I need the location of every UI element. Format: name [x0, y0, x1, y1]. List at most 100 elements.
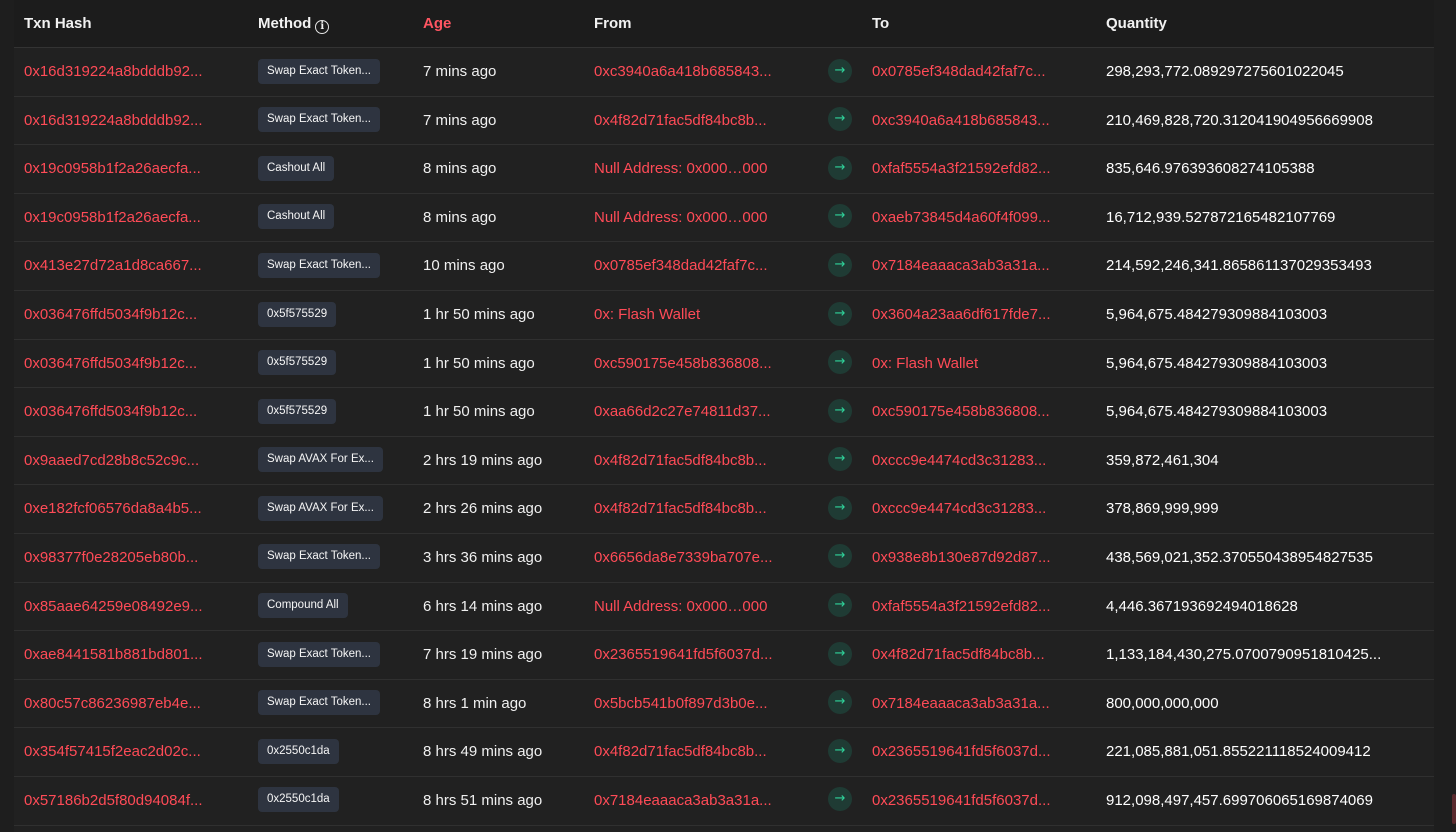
- method-badge[interactable]: Cashout All: [258, 204, 335, 230]
- from-address-link[interactable]: Null Address: 0x000…000: [594, 194, 780, 242]
- from-address-link[interactable]: Null Address: 0x000…000: [594, 583, 780, 631]
- txn-hash-link[interactable]: 0x9aaed7cd28b8c52c9c...: [24, 437, 210, 485]
- txn-hash-link[interactable]: 0x354f57415f2eac2d02c...: [24, 728, 210, 776]
- table-body: 0x16d319224a8bdddb92... Swap Exact Token.…: [14, 48, 1434, 826]
- to-address-link[interactable]: 0xfaf5554a3f21592efd82...: [872, 583, 1058, 631]
- method-cell: Cashout All: [258, 194, 408, 242]
- txn-hash-link[interactable]: 0x57186b2d5f80d94084f...: [24, 777, 210, 825]
- to-address-link[interactable]: 0x7184eaaaca3ab3a31a...: [872, 242, 1058, 290]
- to-address-link[interactable]: 0xccc9e4474cd3c31283...: [872, 485, 1058, 533]
- from-address-link[interactable]: 0xc3940a6a418b685843...: [594, 48, 780, 96]
- age-text: 1 hr 50 mins ago: [423, 403, 535, 421]
- txn-hash-link[interactable]: 0xae8441581b881bd801...: [24, 631, 210, 679]
- from-address-link[interactable]: 0x4f82d71fac5df84bc8b...: [594, 728, 780, 776]
- from-address-link[interactable]: Null Address: 0x000…000: [594, 145, 780, 193]
- txn-hash-link[interactable]: 0x80c57c86236987eb4e...: [24, 680, 210, 728]
- quantity-text: 835,646.976393608274105388: [1106, 160, 1315, 178]
- scrollbar-thumb[interactable]: [1452, 794, 1456, 824]
- method-cell: 0x2550c1da: [258, 777, 408, 825]
- to-address-link[interactable]: 0xccc9e4474cd3c31283...: [872, 437, 1058, 485]
- method-cell: Swap AVAX For Ex...: [258, 437, 408, 485]
- txn-hash-link[interactable]: 0x19c0958b1f2a26aecfa...: [24, 194, 210, 242]
- txn-hash-link[interactable]: 0x036476ffd5034f9b12c...: [24, 388, 210, 436]
- txn-hash-link[interactable]: 0x16d319224a8bdddb92...: [24, 48, 210, 96]
- txn-hash-link[interactable]: 0x413e27d72a1d8ca667...: [24, 242, 210, 290]
- from-address-link[interactable]: 0x6656da8e7339ba707e...: [594, 534, 780, 582]
- from-address-link[interactable]: 0x4f82d71fac5df84bc8b...: [594, 97, 780, 145]
- to-address-link[interactable]: 0x3604a23aa6df617fde7...: [872, 291, 1058, 339]
- from-address-link[interactable]: 0x2365519641fd5f6037d...: [594, 631, 780, 679]
- age-text: 8 mins ago: [423, 208, 497, 226]
- info-icon[interactable]: i: [315, 20, 330, 34]
- method-badge[interactable]: Swap Exact Token...: [258, 544, 380, 570]
- to-address-link[interactable]: 0xc3940a6a418b685843...: [872, 97, 1058, 145]
- quantity-text: 5,964,675.484279309884103003: [1106, 403, 1328, 421]
- to-address-link[interactable]: 0xaeb73845d4a60f4f099...: [872, 194, 1058, 242]
- method-badge[interactable]: Cashout All: [258, 155, 335, 181]
- from-address-link[interactable]: 0x0785ef348dad42faf7c...: [594, 242, 780, 290]
- txn-hash-link[interactable]: 0x036476ffd5034f9b12c...: [24, 340, 210, 388]
- method-badge[interactable]: Swap Exact Token...: [258, 58, 380, 84]
- table-row: 0x85aae64259e08492e9... Compound All 6 hrs…: [14, 582, 1434, 632]
- to-address-link[interactable]: 0xc590175e458b836808...: [872, 388, 1058, 436]
- method-badge[interactable]: Swap Exact Token...: [258, 252, 380, 278]
- from-address-link[interactable]: 0xc590175e458b836808...: [594, 340, 780, 388]
- arrow-right-icon: →: [828, 58, 852, 83]
- col-header-age[interactable]: Age: [423, 0, 451, 48]
- to-address-link[interactable]: 0x7184eaaaca3ab3a31a...: [872, 680, 1058, 728]
- age-text: 8 hrs 51 mins ago: [423, 791, 543, 809]
- arrow-cell: →: [828, 485, 852, 533]
- method-badge[interactable]: Swap Exact Token...: [258, 690, 380, 716]
- method-badge[interactable]: Compound All: [258, 593, 348, 619]
- arrow-cell: →: [828, 631, 852, 679]
- txn-hash-link[interactable]: 0xe182fcf06576da8a4b5...: [24, 485, 210, 533]
- txn-hash-link[interactable]: 0x16d319224a8bdddb92...: [24, 97, 210, 145]
- age-text: 2 hrs 26 mins ago: [423, 500, 543, 518]
- to-address-link[interactable]: 0x0785ef348dad42faf7c...: [872, 48, 1058, 96]
- method-badge[interactable]: Swap Exact Token...: [258, 641, 380, 667]
- method-badge[interactable]: 0x5f575529: [258, 398, 337, 424]
- arrow-cell: →: [828, 242, 852, 290]
- arrow-cell: →: [828, 48, 852, 96]
- to-address-link[interactable]: 0x938e8b130e87d92d87...: [872, 534, 1058, 582]
- from-address-link[interactable]: 0xaa66d2c27e74811d37...: [594, 388, 780, 436]
- arrow-right-icon: →: [828, 204, 852, 229]
- arrow-cell: →: [828, 291, 852, 339]
- from-address-link[interactable]: 0x4f82d71fac5df84bc8b...: [594, 485, 780, 533]
- method-cell: Swap Exact Token...: [258, 242, 408, 290]
- txn-hash-link[interactable]: 0x036476ffd5034f9b12c...: [24, 291, 210, 339]
- method-cell: Swap Exact Token...: [258, 48, 408, 96]
- method-cell: 0x5f575529: [258, 340, 408, 388]
- table-header: Txn Hash Method i Age From To Quantity: [14, 0, 1434, 48]
- method-badge[interactable]: Swap AVAX For Ex...: [258, 495, 383, 521]
- to-address-link[interactable]: 0x2365519641fd5f6037d...: [872, 728, 1058, 776]
- age-text: 1 hr 50 mins ago: [423, 305, 535, 323]
- method-badge[interactable]: 0x5f575529: [258, 350, 337, 376]
- quantity-text: 4,446.367193692494018628: [1106, 597, 1298, 615]
- to-address-link[interactable]: 0x: Flash Wallet: [872, 340, 1058, 388]
- arrow-cell: →: [828, 534, 852, 582]
- method-cell: 0x5f575529: [258, 388, 408, 436]
- from-address-link[interactable]: 0x4f82d71fac5df84bc8b...: [594, 437, 780, 485]
- to-address-link[interactable]: 0x4f82d71fac5df84bc8b...: [872, 631, 1058, 679]
- txn-hash-link[interactable]: 0x85aae64259e08492e9...: [24, 583, 210, 631]
- method-badge[interactable]: Swap AVAX For Ex...: [258, 447, 383, 473]
- method-cell: 0x2550c1da: [258, 728, 408, 776]
- from-address-link[interactable]: 0x5bcb541b0f897d3b0e...: [594, 680, 780, 728]
- method-badge[interactable]: Swap Exact Token...: [258, 107, 380, 133]
- method-badge[interactable]: 0x2550c1da: [258, 738, 339, 764]
- from-address-link[interactable]: 0x7184eaaaca3ab3a31a...: [594, 777, 780, 825]
- txn-hash-link[interactable]: 0x98377f0e28205eb80b...: [24, 534, 210, 582]
- txn-hash-link[interactable]: 0x19c0958b1f2a26aecfa...: [24, 145, 210, 193]
- method-badge[interactable]: 0x2550c1da: [258, 787, 339, 813]
- quantity-text: 221,085,881,051.855221118524009412: [1106, 743, 1371, 761]
- to-address-link[interactable]: 0x2365519641fd5f6037d...: [872, 777, 1058, 825]
- to-address-link[interactable]: 0xfaf5554a3f21592efd82...: [872, 145, 1058, 193]
- table-row: 0x16d319224a8bdddb92... Swap Exact Token.…: [14, 96, 1434, 146]
- method-cell: 0x5f575529: [258, 291, 408, 339]
- arrow-right-icon: →: [828, 738, 852, 763]
- table-row: 0x354f57415f2eac2d02c... 0x2550c1da 8 hrs …: [14, 728, 1434, 777]
- from-address-link[interactable]: 0x: Flash Wallet: [594, 291, 780, 339]
- col-header-to: To: [872, 15, 890, 32]
- method-badge[interactable]: 0x5f575529: [258, 301, 337, 327]
